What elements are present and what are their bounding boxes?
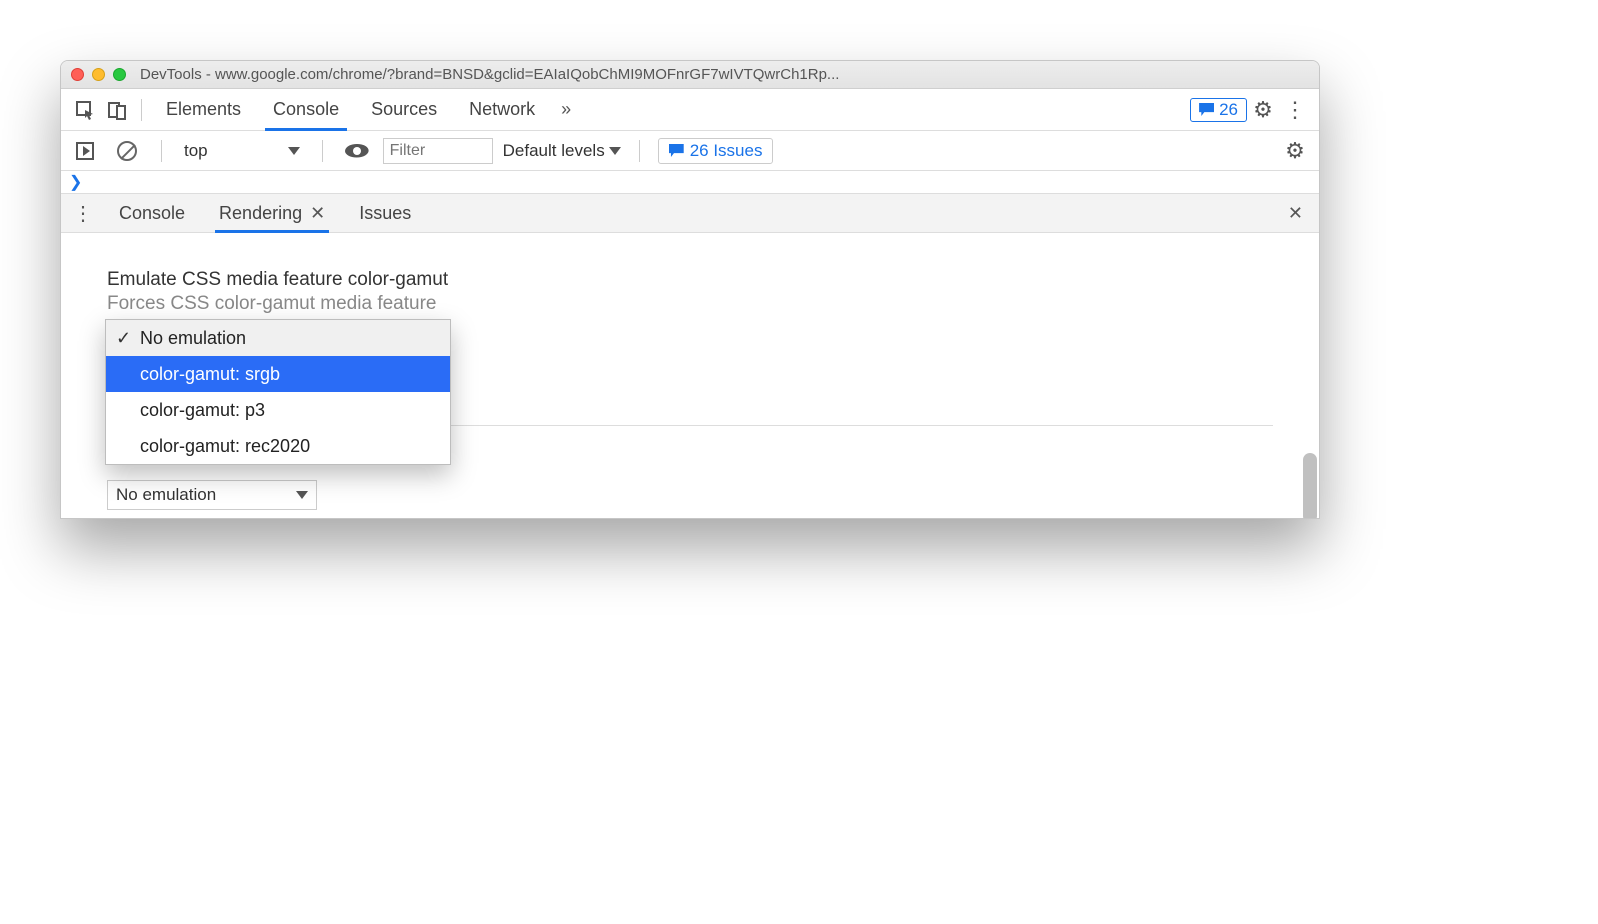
execution-context-select[interactable]: top xyxy=(180,141,304,161)
issues-icon xyxy=(669,144,684,157)
drawer-tab-console[interactable]: Console xyxy=(105,194,199,232)
clear-console-icon[interactable] xyxy=(111,135,143,167)
settings-icon[interactable]: ⚙ xyxy=(1247,94,1279,126)
issues-icon xyxy=(1199,103,1214,116)
divider xyxy=(161,140,162,162)
divider xyxy=(322,140,323,162)
prompt-caret: ❯ xyxy=(69,172,82,192)
main-toolbar: Elements Console Sources Network » 26 ⚙ … xyxy=(61,89,1319,131)
rendering-panel: Emulate CSS media feature color-gamut Fo… xyxy=(61,233,1319,518)
tab-network[interactable]: Network xyxy=(453,89,551,130)
vision-deficiency-select[interactable]: No emulation xyxy=(107,480,317,510)
minimize-window-button[interactable] xyxy=(92,68,105,81)
inspect-element-icon[interactable] xyxy=(69,94,101,126)
device-toolbar-icon[interactable] xyxy=(101,94,133,126)
traffic-lights xyxy=(71,68,126,81)
drawer-tab-label: Rendering xyxy=(219,203,302,224)
dropdown-option-srgb[interactable]: color-gamut: srgb xyxy=(106,356,450,392)
close-drawer-icon[interactable]: ✕ xyxy=(1278,203,1313,224)
tab-console[interactable]: Console xyxy=(257,89,355,130)
section-desc: Forces CSS color-gamut media feature xyxy=(107,293,1273,315)
divider xyxy=(141,99,142,121)
console-settings-icon[interactable]: ⚙ xyxy=(1279,135,1311,167)
context-value: top xyxy=(184,141,208,161)
console-toolbar: top Default levels 26 Issues ⚙ xyxy=(61,131,1319,171)
issues-badge[interactable]: 26 xyxy=(1190,98,1247,122)
chevron-down-icon xyxy=(609,147,621,155)
scrollbar-thumb[interactable] xyxy=(1303,453,1317,519)
divider xyxy=(639,140,640,162)
tab-sources[interactable]: Sources xyxy=(355,89,453,130)
drawer-toolbar: ⋮ Console Rendering ✕ Issues ✕ xyxy=(61,193,1319,233)
color-gamut-dropdown: No emulation color-gamut: srgb color-gam… xyxy=(105,319,451,465)
console-sidebar-toggle-icon[interactable] xyxy=(69,135,101,167)
section-title: Emulate CSS media feature color-gamut xyxy=(107,269,1273,291)
select-value: No emulation xyxy=(116,485,216,505)
chevron-down-icon xyxy=(296,491,308,499)
live-expression-icon[interactable] xyxy=(341,135,373,167)
log-levels-select[interactable]: Default levels xyxy=(503,141,621,161)
zoom-window-button[interactable] xyxy=(113,68,126,81)
drawer-tab-issues[interactable]: Issues xyxy=(345,194,425,232)
more-tabs-icon[interactable]: » xyxy=(551,99,581,120)
drawer-tab-rendering[interactable]: Rendering ✕ xyxy=(205,194,339,232)
drawer-menu-icon[interactable]: ⋮ xyxy=(67,201,99,226)
issues-pill[interactable]: 26 Issues xyxy=(658,138,774,164)
tab-elements[interactable]: Elements xyxy=(150,89,257,130)
console-prompt[interactable]: ❯ xyxy=(61,171,1319,193)
issues-count: 26 xyxy=(1219,100,1238,120)
dropdown-option-no-emulation[interactable]: No emulation xyxy=(106,320,450,356)
chevron-down-icon xyxy=(288,147,300,155)
dropdown-option-p3[interactable]: color-gamut: p3 xyxy=(106,392,450,428)
devtools-window: DevTools - www.google.com/chrome/?brand=… xyxy=(60,60,1320,519)
close-icon[interactable]: ✕ xyxy=(310,203,325,224)
filter-input[interactable] xyxy=(383,138,493,164)
issues-pill-text: 26 Issues xyxy=(690,141,763,161)
levels-label: Default levels xyxy=(503,141,605,161)
close-window-button[interactable] xyxy=(71,68,84,81)
kebab-menu-icon[interactable]: ⋮ xyxy=(1279,94,1311,126)
titlebar: DevTools - www.google.com/chrome/?brand=… xyxy=(61,61,1319,89)
dropdown-option-rec2020[interactable]: color-gamut: rec2020 xyxy=(106,428,450,464)
window-title: DevTools - www.google.com/chrome/?brand=… xyxy=(140,66,839,83)
